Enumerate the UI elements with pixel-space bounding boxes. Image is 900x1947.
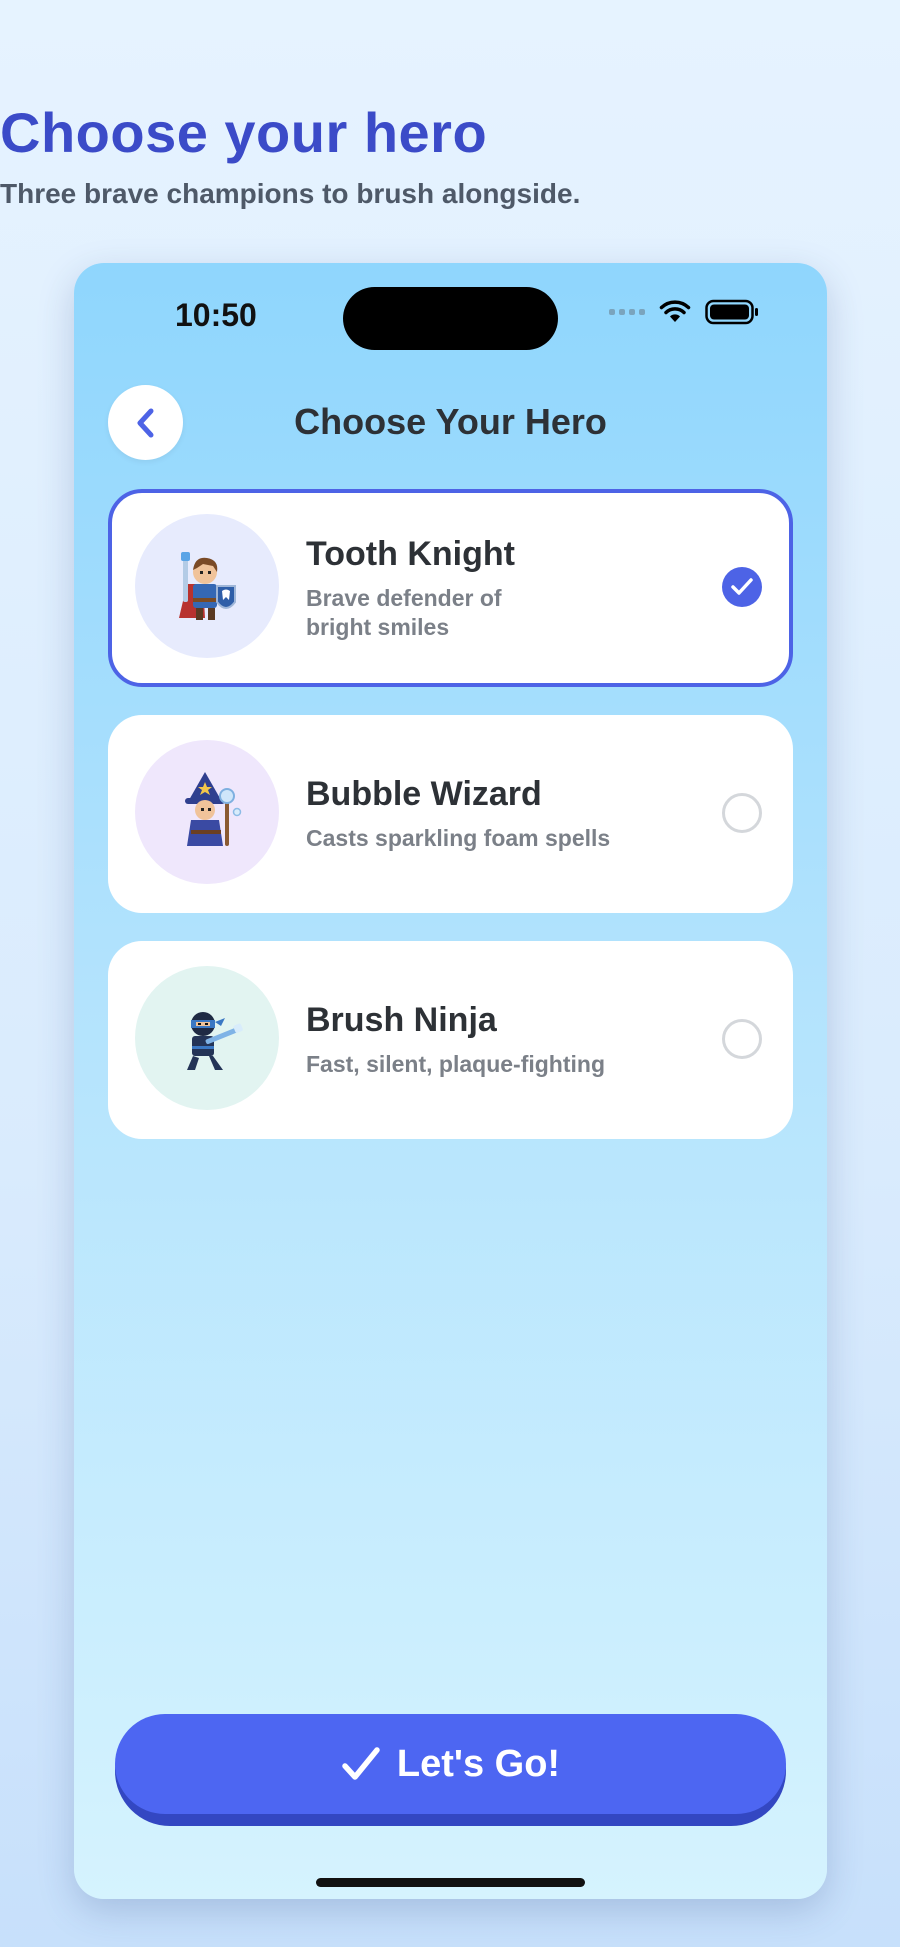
page-subtitle: Three brave champions to brush alongside…	[0, 178, 581, 209]
hero-description: Brave defender of bright smiles	[306, 584, 502, 640]
hero-card-brush-ninja[interactable]: Brush Ninja Fast, silent, plaque-fightin…	[108, 941, 793, 1139]
hero-name: Bubble Wizard	[306, 775, 542, 813]
status-time: 10:50	[175, 297, 257, 333]
knight-avatar-icon	[179, 552, 236, 620]
knight-avatar	[135, 514, 279, 658]
phone-frame: 10:50 Choose Your Hero Tooth Knight Brav…	[74, 263, 827, 1899]
hero-description: Fast, silent, plaque-fighting	[306, 1051, 605, 1077]
battery-icon	[705, 299, 758, 325]
hero-card-bubble-wizard[interactable]: Bubble Wizard Casts sparkling foam spell…	[108, 715, 793, 913]
hero-name: Tooth Knight	[306, 534, 515, 573]
home-indicator	[316, 1878, 585, 1887]
wizard-avatar	[135, 740, 279, 884]
unselected-radio[interactable]	[722, 793, 762, 833]
hero-name: Brush Ninja	[306, 1001, 497, 1039]
check-icon	[731, 578, 753, 595]
check-icon	[342, 1747, 380, 1780]
ninja-avatar-icon	[187, 1012, 243, 1070]
nav-title: Choose Your Hero	[294, 401, 607, 442]
dynamic-island	[343, 287, 558, 350]
lets-go-button[interactable]: Let's Go!	[115, 1714, 786, 1814]
unselected-radio[interactable]	[722, 1019, 762, 1059]
hero-description: Casts sparkling foam spells	[306, 825, 611, 851]
wifi-icon	[659, 300, 691, 322]
status-icons	[609, 299, 759, 325]
nav-bar: Choose Your Hero	[74, 383, 827, 463]
ninja-avatar	[135, 966, 279, 1110]
selected-radio[interactable]	[722, 567, 762, 607]
signal-icon	[609, 309, 645, 315]
page-title: Choose your hero	[0, 101, 488, 164]
wizard-avatar-icon	[185, 772, 242, 846]
hero-card-tooth-knight[interactable]: Tooth Knight Brave defender of bright sm…	[108, 489, 793, 687]
lets-go-label: Let's Go!	[396, 1742, 561, 1785]
hero-list: Tooth Knight Brave defender of bright sm…	[108, 489, 793, 1167]
